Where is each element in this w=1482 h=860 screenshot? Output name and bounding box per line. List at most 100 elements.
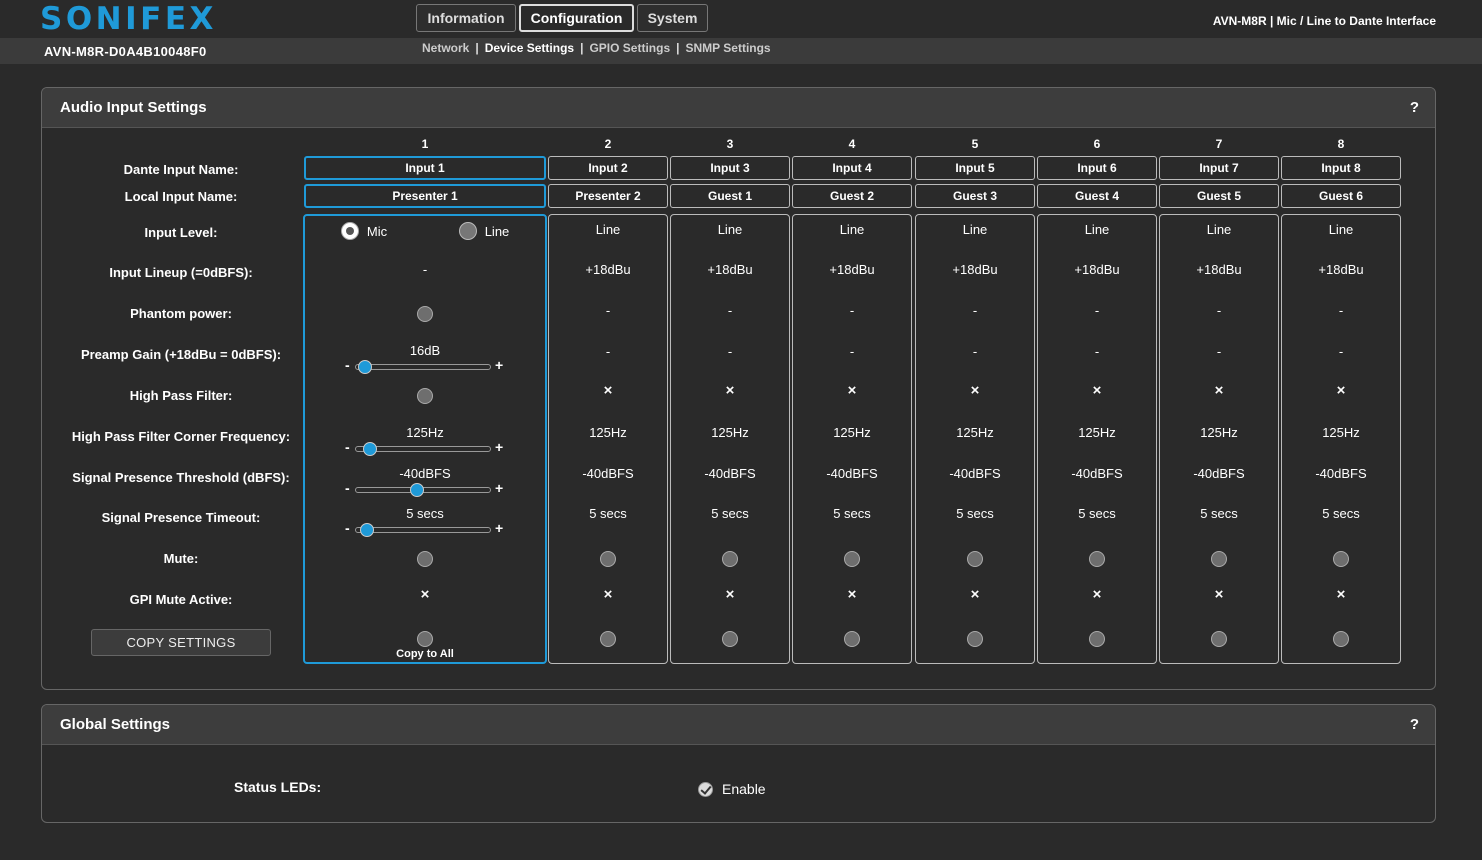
subnav-device-settings[interactable]: Device Settings — [485, 41, 574, 55]
channel-1-phantom-toggle[interactable] — [417, 306, 433, 322]
slider-knob[interactable] — [359, 523, 374, 537]
channel-7-local-name-input[interactable]: Guest 5 — [1159, 184, 1279, 208]
channel-4-copy-toggle[interactable] — [844, 631, 860, 647]
channel-1-copy-to-all-toggle[interactable] — [417, 631, 433, 647]
slider-knob[interactable] — [410, 483, 425, 497]
channel-1-threshold-slider[interactable]: - + — [345, 480, 505, 497]
channel-3-threshold: -40dBFS — [704, 466, 756, 481]
channel-3-mute-toggle[interactable] — [722, 551, 738, 567]
channel-1-dante-name-input[interactable]: Input 1 — [304, 156, 546, 180]
channel-2-local-name-input[interactable]: Presenter 2 — [548, 184, 668, 208]
tab-configuration[interactable]: Configuration — [519, 4, 634, 32]
channel-1-hpf-toggle[interactable] — [417, 388, 433, 404]
channel-7-hpf: × — [1214, 382, 1224, 399]
channel-5-dante-name-input[interactable]: Input 5 — [915, 156, 1035, 180]
label-gpi-mute-active: GPI Mute Active: — [129, 592, 233, 607]
audio-input-help-button[interactable]: ? — [1410, 99, 1419, 116]
channel-7-copy-toggle[interactable] — [1211, 631, 1227, 647]
channel-3-hpf: × — [725, 382, 735, 399]
channel-2-mute-toggle[interactable] — [600, 551, 616, 567]
channel-7-gain: - — [1216, 344, 1222, 359]
channel-5-lineup: +18dBu — [952, 262, 998, 277]
global-settings-help-button[interactable]: ? — [1410, 716, 1419, 733]
label-local-input-name: Local Input Name: — [124, 189, 238, 204]
channel-2-gain: - — [605, 344, 611, 359]
audio-input-title: Audio Input Settings — [60, 99, 207, 116]
slider-knob[interactable] — [362, 442, 377, 456]
sub-header: AVN-M8R-D0A4B10048F0 Network | Device Sett… — [0, 38, 1482, 64]
channel-8-copy-toggle[interactable] — [1333, 631, 1349, 647]
subnav-snmp-settings[interactable]: SNMP Settings — [685, 41, 770, 55]
channel-4-threshold: -40dBFS — [826, 466, 878, 481]
channel-5-mute-toggle[interactable] — [967, 551, 983, 567]
channel-5-copy-toggle[interactable] — [967, 631, 983, 647]
channel-3-gpi-mute: × — [725, 586, 735, 603]
channel-8-mute-toggle[interactable] — [1333, 551, 1349, 567]
channel-2-hpf-freq: 125Hz — [589, 425, 627, 440]
global-settings-panel: Global Settings ? — [41, 704, 1436, 823]
channel-8-gpi-mute: × — [1336, 586, 1346, 603]
channel-1-hpf-freq-slider[interactable]: - + — [345, 439, 505, 456]
channel-4-mute-toggle[interactable] — [844, 551, 860, 567]
channel-1-timeout-slider[interactable]: - + — [345, 520, 505, 537]
channel-3-hpf-freq: 125Hz — [711, 425, 749, 440]
tab-information[interactable]: Information — [416, 4, 516, 32]
tab-system[interactable]: System — [637, 4, 708, 32]
channel-7-dante-name-input[interactable]: Input 7 — [1159, 156, 1279, 180]
channel-1-threshold-value: -40dBFS — [399, 466, 451, 481]
subnav-gpio-settings[interactable]: GPIO Settings — [589, 41, 670, 55]
audio-input-panel-header: Audio Input Settings ? — [42, 88, 1435, 128]
channel-1-header: 1 — [421, 137, 429, 151]
channel-3-dante-name-input[interactable]: Input 3 — [670, 156, 790, 180]
status-leds-checkbox[interactable] — [698, 782, 713, 797]
channel-6-lineup: +18dBu — [1074, 262, 1120, 277]
channel-1-timeout-value: 5 secs — [406, 506, 444, 521]
channel-7-hpf-freq: 125Hz — [1200, 425, 1238, 440]
subnav-network[interactable]: Network — [422, 41, 469, 55]
channel-5-hpf-freq: 125Hz — [956, 425, 994, 440]
channel-4-local-name-input[interactable]: Guest 2 — [792, 184, 912, 208]
channel-4-gpi-mute: × — [847, 586, 857, 603]
label-high-pass-filter: High Pass Filter: — [129, 388, 233, 403]
copy-settings-button[interactable]: COPY SETTINGS — [91, 629, 271, 656]
channel-3-local-name-input[interactable]: Guest 1 — [670, 184, 790, 208]
channel-8-local-name-input[interactable]: Guest 6 — [1281, 184, 1401, 208]
channel-1-local-name-input[interactable]: Presenter 1 — [304, 184, 546, 208]
channel-2-dante-name-input[interactable]: Input 2 — [548, 156, 668, 180]
channel-1-gain-slider[interactable]: - + — [345, 357, 505, 374]
slider-knob[interactable] — [358, 360, 373, 374]
channel-6-dante-name-input[interactable]: Input 6 — [1037, 156, 1157, 180]
channel-8-dante-name-input[interactable]: Input 8 — [1281, 156, 1401, 180]
channel-1-mute-toggle[interactable] — [417, 551, 433, 567]
channel-7-mute-toggle[interactable] — [1211, 551, 1227, 567]
channel-2-hpf: × — [603, 382, 613, 399]
channel-5-local-name-input[interactable]: Guest 3 — [915, 184, 1035, 208]
channel-1-mic-label: Mic — [366, 224, 388, 239]
channel-6-header: 6 — [1093, 137, 1101, 151]
channel-2-copy-toggle[interactable] — [600, 631, 616, 647]
channel-4-dante-name-input[interactable]: Input 4 — [792, 156, 912, 180]
label-input-level: Input Level: — [144, 225, 218, 240]
channel-8-hpf: × — [1336, 382, 1346, 399]
channel-2-lineup: +18dBu — [585, 262, 631, 277]
channel-6-copy-toggle[interactable] — [1089, 631, 1105, 647]
sub-nav: Network | Device Settings | GPIO Settings | SN… — [422, 41, 771, 55]
channel-5-level: Line — [962, 222, 988, 237]
label-input-lineup: Input Lineup (=0dBFS): — [109, 265, 253, 280]
channel-2-header: 2 — [604, 137, 612, 151]
channel-4-lineup: +18dBu — [829, 262, 875, 277]
channel-3-copy-toggle[interactable] — [722, 631, 738, 647]
channel-7-timeout: 5 secs — [1200, 506, 1238, 521]
channel-1-line-radio[interactable] — [459, 222, 477, 240]
channel-6-hpf-freq: 125Hz — [1078, 425, 1116, 440]
channel-1-line-label: Line — [484, 224, 510, 239]
status-leds-label: Status LEDs: — [234, 779, 322, 795]
channel-7-level: Line — [1206, 222, 1232, 237]
channel-8-timeout: 5 secs — [1322, 506, 1360, 521]
model-description: AVN-M8R | Mic / Line to Dante Interface — [1212, 14, 1436, 28]
channel-6-mute-toggle[interactable] — [1089, 551, 1105, 567]
channel-8-gain: - — [1338, 344, 1344, 359]
channel-8-header: 8 — [1337, 137, 1345, 151]
global-settings-header: Global Settings ? — [42, 705, 1435, 745]
channel-6-local-name-input[interactable]: Guest 4 — [1037, 184, 1157, 208]
